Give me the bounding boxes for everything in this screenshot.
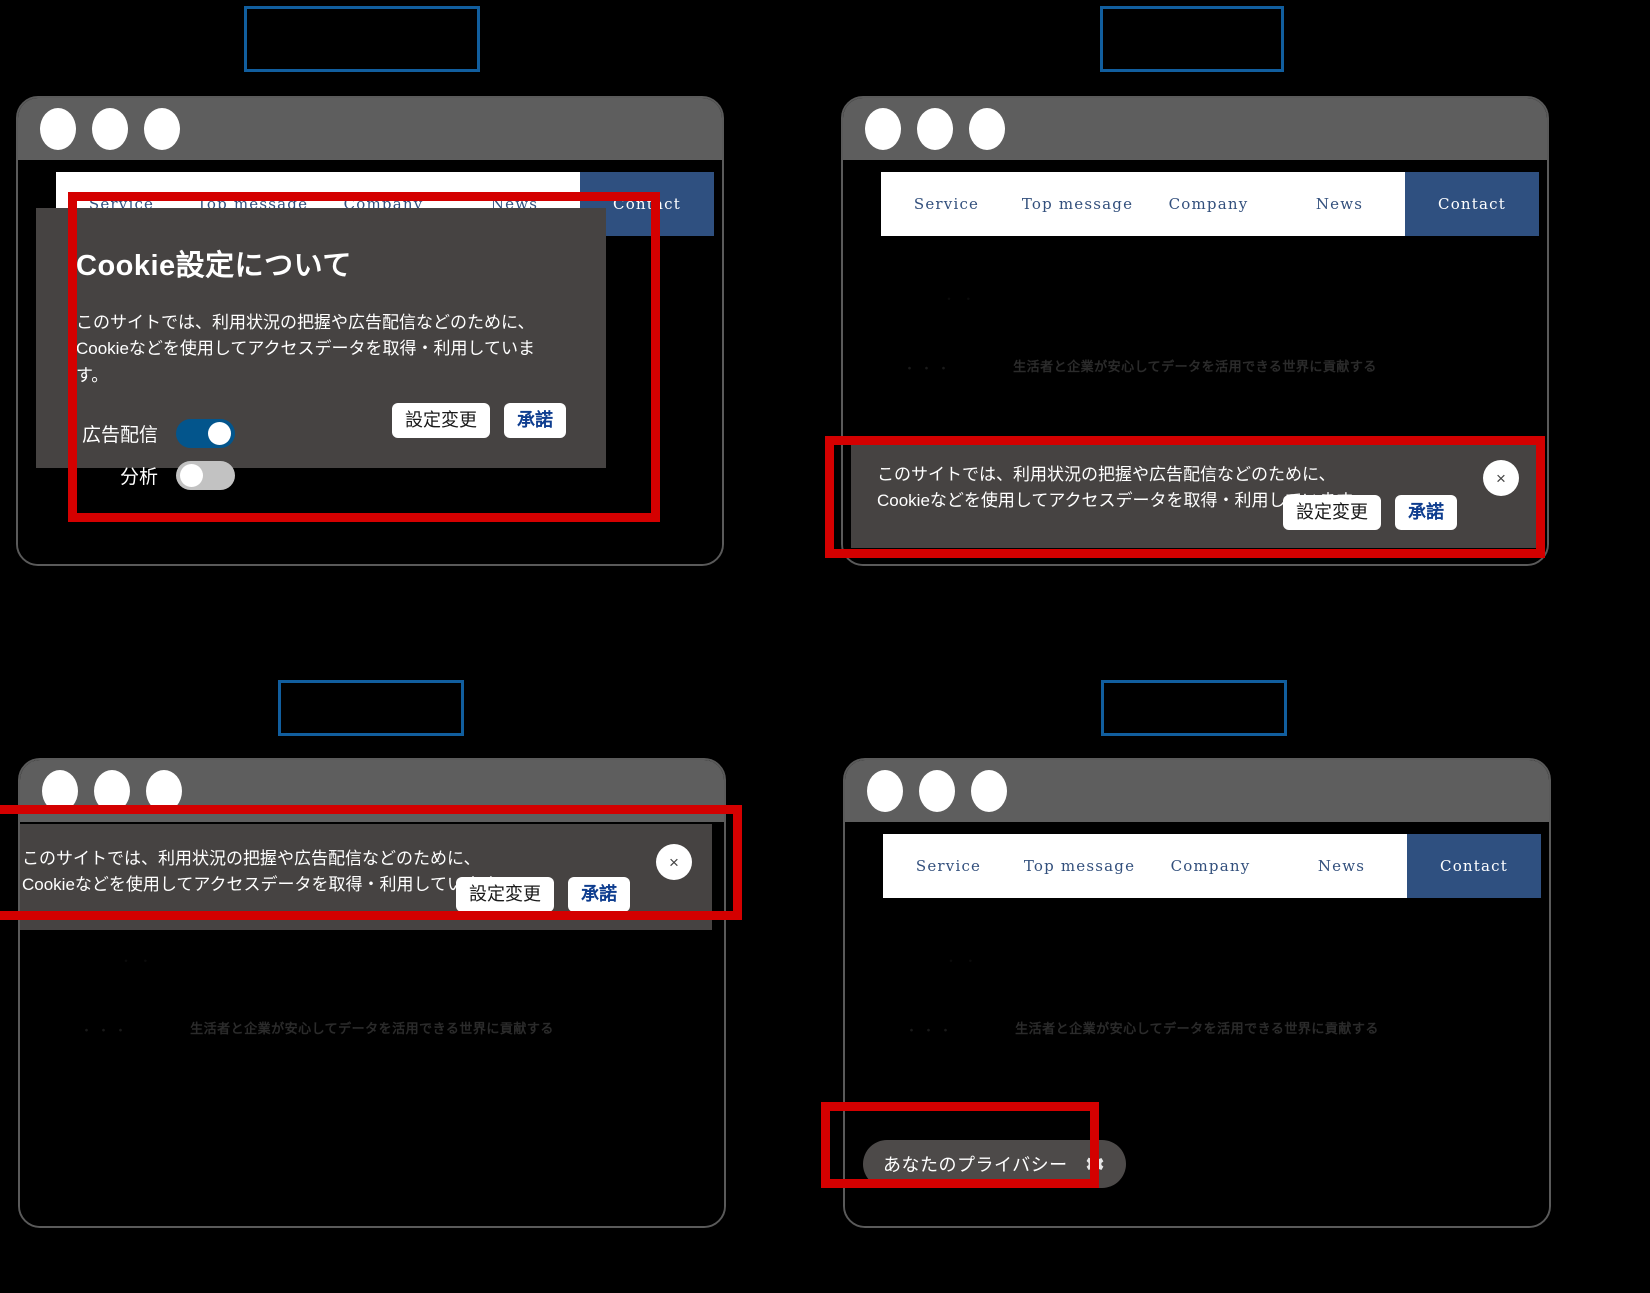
toggle-row-analytics: 分析 bbox=[76, 461, 566, 491]
nav-item-contact[interactable]: Contact bbox=[1407, 834, 1541, 898]
site-nav-links-2: Service Top message Company News bbox=[881, 172, 1405, 236]
cookie-settings-modal: Cookie設定について このサイトでは、利用状況の把握や広告配信などのために、… bbox=[36, 208, 606, 491]
window-dot-minimize-icon[interactable] bbox=[92, 108, 128, 150]
browser-window-3: ・ ・ ・・・ 生活者と企業が安心してデータを活用できる世界に貢献する このサイ… bbox=[18, 758, 726, 1228]
site-nav-links-4: Service Top message Company News bbox=[883, 834, 1407, 898]
browser-titlebar-4 bbox=[845, 760, 1549, 822]
caption-text-2 bbox=[1103, 9, 1281, 25]
nav-item-company[interactable]: Company bbox=[1145, 857, 1276, 875]
modal-actions: 設定変更 承諾 bbox=[392, 403, 566, 438]
caption-text-3 bbox=[281, 683, 461, 699]
cookie-consent-banner-3: このサイトでは、利用状況の把握や広告配信などのために、 Cookieなどを使用し… bbox=[20, 824, 712, 930]
hero-corner-mark-4: ・ ・ bbox=[945, 954, 979, 968]
nav-item-service[interactable]: Service bbox=[883, 857, 1014, 875]
nav-item-top-message[interactable]: Top message bbox=[1012, 195, 1143, 213]
diagram-canvas: Service Top message Company News Contact… bbox=[0, 0, 1650, 1293]
banner-actions: 設定変更 承諾 bbox=[1283, 495, 1457, 530]
modal-title: Cookie設定について bbox=[76, 250, 352, 282]
modal-body-text: このサイトでは、利用状況の把握や広告配信などのために、 Cookieなどを使用し… bbox=[76, 313, 536, 385]
toggle-knob-analytics bbox=[180, 464, 203, 488]
modal-settings-button[interactable]: 設定変更 bbox=[392, 403, 490, 438]
toggle-label-analytics: 分析 bbox=[119, 467, 158, 489]
window-dot-maximize-icon[interactable] bbox=[146, 770, 182, 812]
privacy-pill-label: あなたのプライバシー bbox=[883, 1155, 1068, 1175]
close-icon[interactable]: × bbox=[1483, 460, 1519, 496]
caption-text-4 bbox=[1104, 683, 1284, 699]
browser-viewport-3: ・ ・ ・・・ 生活者と企業が安心してデータを活用できる世界に貢献する このサイ… bbox=[20, 822, 724, 1226]
toggle-switch-ads[interactable] bbox=[176, 419, 235, 449]
browser-viewport-1: Service Top message Company News Contact… bbox=[18, 160, 722, 564]
hero-tagline-2: 生活者と企業が安心してデータを活用できる世界に貢献する bbox=[1013, 359, 1377, 374]
browser-window-1: Service Top message Company News Contact… bbox=[16, 96, 724, 566]
browser-window-2: Service Top message Company News Contact… bbox=[841, 96, 1549, 566]
window-dot-close-icon[interactable] bbox=[865, 108, 901, 150]
panel-cookie-settings-modal: Service Top message Company News Contact… bbox=[0, 0, 825, 646]
browser-titlebar-3 bbox=[20, 760, 724, 822]
browser-titlebar-2 bbox=[843, 98, 1547, 160]
gear-icon[interactable] bbox=[1082, 1152, 1106, 1176]
modal-accept-button[interactable]: 承諾 bbox=[504, 403, 566, 438]
site-nav-4: Service Top message Company News Contact bbox=[883, 834, 1541, 898]
banner-accept-button[interactable]: 承諾 bbox=[1395, 495, 1457, 530]
cookie-consent-banner-2: このサイトでは、利用状況の把握や広告配信などのために、 Cookieなどを使用し… bbox=[851, 440, 1539, 548]
window-dot-maximize-icon[interactable] bbox=[969, 108, 1005, 150]
nav-item-company[interactable]: Company bbox=[1143, 195, 1274, 213]
nav-item-news[interactable]: News bbox=[1276, 857, 1407, 875]
caption-text-1 bbox=[247, 9, 477, 25]
window-dot-maximize-icon[interactable] bbox=[144, 108, 180, 150]
toggle-label-ads: 広告配信 bbox=[81, 425, 158, 447]
window-dot-close-icon[interactable] bbox=[42, 770, 78, 812]
panel-bottom-banner: Service Top message Company News Contact… bbox=[825, 0, 1650, 646]
browser-viewport-2: Service Top message Company News Contact… bbox=[843, 160, 1547, 564]
window-dot-minimize-icon[interactable] bbox=[94, 770, 130, 812]
toggle-knob-ads bbox=[208, 422, 231, 446]
banner-accept-button[interactable]: 承諾 bbox=[568, 877, 630, 912]
caption-box-2 bbox=[1100, 6, 1284, 72]
site-nav-2: Service Top message Company News Contact bbox=[881, 172, 1539, 236]
window-dot-minimize-icon[interactable] bbox=[917, 108, 953, 150]
banner-settings-button[interactable]: 設定変更 bbox=[1283, 495, 1381, 530]
nav-item-contact[interactable]: Contact bbox=[1405, 172, 1539, 236]
panel-top-banner: ・ ・ ・・・ 生活者と企業が安心してデータを活用できる世界に貢献する このサイ… bbox=[0, 646, 825, 1292]
caption-box-4 bbox=[1101, 680, 1287, 736]
browser-titlebar-1 bbox=[18, 98, 722, 160]
hero-tagline-4: 生活者と企業が安心してデータを活用できる世界に貢献する bbox=[1015, 1021, 1379, 1036]
browser-viewport-4: Service Top message Company News Contact… bbox=[845, 822, 1549, 1226]
nav-item-news[interactable]: News bbox=[1274, 195, 1405, 213]
privacy-settings-pill[interactable]: あなたのプライバシー bbox=[863, 1140, 1126, 1188]
banner-actions: 設定変更 承諾 bbox=[456, 877, 630, 912]
nav-item-service[interactable]: Service bbox=[881, 195, 1012, 213]
toggle-switch-analytics[interactable] bbox=[176, 461, 235, 491]
panel-privacy-pill: Service Top message Company News Contact… bbox=[821, 646, 1650, 1292]
caption-box-1 bbox=[244, 6, 480, 72]
hero-corner-mark-3: ・ ・ bbox=[120, 954, 154, 968]
window-dot-close-icon[interactable] bbox=[40, 108, 76, 150]
close-icon[interactable]: × bbox=[656, 844, 692, 880]
window-dot-maximize-icon[interactable] bbox=[971, 770, 1007, 812]
browser-window-4: Service Top message Company News Contact… bbox=[843, 758, 1551, 1228]
caption-box-3 bbox=[278, 680, 464, 736]
hero-tagline-3: 生活者と企業が安心してデータを活用できる世界に貢献する bbox=[190, 1021, 554, 1036]
banner-settings-button[interactable]: 設定変更 bbox=[456, 877, 554, 912]
hero-corner-mark-2: ・ ・ bbox=[943, 292, 977, 306]
nav-item-top-message[interactable]: Top message bbox=[1014, 857, 1145, 875]
window-dot-close-icon[interactable] bbox=[867, 770, 903, 812]
window-dot-minimize-icon[interactable] bbox=[919, 770, 955, 812]
